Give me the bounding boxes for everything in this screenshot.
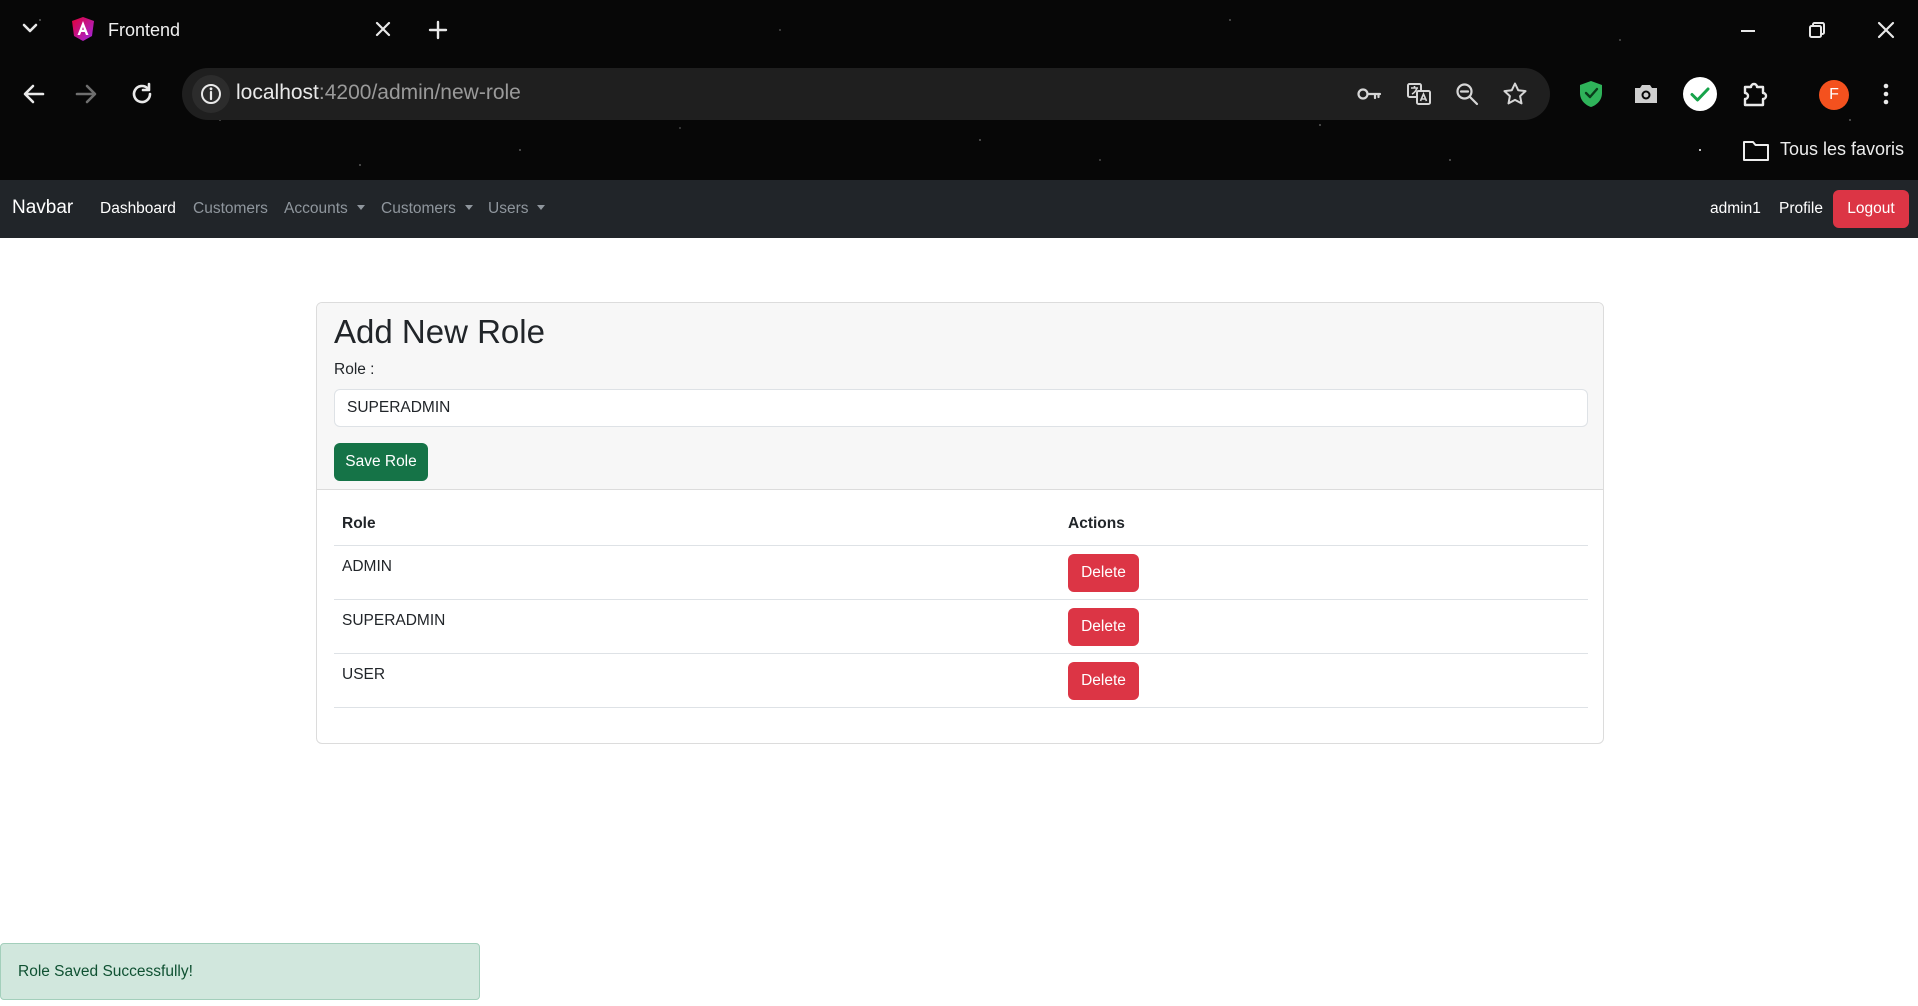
angular-logo-icon	[72, 17, 94, 41]
folder-icon	[1743, 141, 1769, 161]
avatar-initial: F	[1829, 86, 1839, 103]
role-field-label: Role :	[334, 361, 375, 378]
tab-strip: Frontend	[0, 0, 1918, 60]
nav-dropdown-label: Accounts	[284, 200, 348, 217]
nav-link-customers[interactable]: Customers	[193, 200, 268, 218]
delete-role-button[interactable]: Delete	[1068, 554, 1139, 592]
actions-cell: Delete	[1060, 545, 1588, 600]
role-name-cell: ADMIN	[334, 545, 1060, 600]
shield-extension-icon[interactable]	[1575, 78, 1607, 110]
table-header-row: Role Actions	[334, 503, 1588, 546]
browser-chrome: Frontend localhost:4200/admin/new-role F	[0, 0, 1918, 180]
caret-down-icon	[356, 205, 365, 210]
roles-table: Role Actions ADMIN Delete SUPERADMIN Del…	[334, 503, 1588, 708]
nav-dropdown-accounts[interactable]: Accounts	[284, 200, 365, 218]
avatar[interactable]: F	[1819, 80, 1849, 110]
address-bar[interactable]: localhost:4200/admin/new-role	[182, 68, 1550, 120]
delete-role-button[interactable]: Delete	[1068, 608, 1139, 646]
more-vert-icon[interactable]	[1874, 78, 1898, 110]
role-form: Add New Role Role : Save Role	[317, 303, 1603, 490]
forward-icon[interactable]	[72, 80, 100, 108]
translate-icon[interactable]	[1406, 81, 1432, 107]
reload-icon[interactable]	[128, 80, 156, 108]
navbar-brand[interactable]: Navbar	[12, 197, 73, 219]
column-header-role: Role	[334, 503, 1060, 546]
nav-link-dashboard[interactable]: Dashboard	[100, 200, 176, 218]
url-text[interactable]: localhost:4200/admin/new-role	[236, 81, 521, 105]
back-icon[interactable]	[20, 80, 48, 108]
minimize-icon[interactable]	[1736, 18, 1760, 42]
camera-extension-icon[interactable]	[1630, 78, 1662, 110]
delete-role-button[interactable]: Delete	[1068, 662, 1139, 700]
nav-dropdown-label: Customers	[381, 200, 456, 217]
puzzle-icon[interactable]	[1739, 78, 1771, 110]
star-icon[interactable]	[1502, 81, 1528, 107]
table-row: ADMIN Delete	[334, 545, 1588, 600]
browser-tab[interactable]: Frontend	[60, 10, 400, 50]
nav-dropdown-label: Users	[488, 200, 529, 217]
toast-message: Role Saved Successfully!	[18, 963, 193, 980]
role-name-cell: USER	[334, 653, 1060, 708]
key-icon[interactable]	[1356, 81, 1382, 107]
page-title: Add New Role	[334, 313, 545, 350]
caret-down-icon	[537, 205, 546, 210]
close-icon[interactable]	[1874, 18, 1898, 42]
browser-toolbar: localhost:4200/admin/new-role F	[0, 60, 1918, 130]
info-icon	[201, 84, 221, 104]
bookmarks-label: Tous les favoris	[1780, 139, 1905, 159]
site-info-button[interactable]	[192, 75, 230, 113]
caret-down-icon	[464, 205, 473, 210]
roles-table-container: Role Actions ADMIN Delete SUPERADMIN Del…	[317, 490, 1603, 742]
plus-icon[interactable]	[426, 18, 450, 42]
close-icon[interactable]	[372, 18, 394, 40]
nav-dropdown-customers[interactable]: Customers	[381, 200, 473, 218]
column-header-actions: Actions	[1060, 503, 1588, 546]
chevron-down-icon[interactable]	[18, 16, 42, 40]
tab-title: Frontend	[108, 20, 181, 40]
url-host: localhost	[236, 81, 319, 104]
new-role-card: Add New Role Role : Save Role Role Actio…	[316, 302, 1604, 744]
success-toast[interactable]: Role Saved Successfully!	[0, 943, 480, 1000]
actions-cell: Delete	[1060, 599, 1588, 654]
save-role-button[interactable]: Save Role	[334, 443, 428, 481]
logout-button[interactable]: Logout	[1833, 190, 1909, 228]
app-navbar: Navbar Dashboard Customers Accounts Cust…	[0, 180, 1918, 238]
role-input[interactable]	[334, 389, 1588, 427]
restore-icon[interactable]	[1805, 18, 1829, 42]
role-name-cell: SUPERADMIN	[334, 599, 1060, 654]
username-label: admin1	[1710, 200, 1761, 217]
zoom-icon[interactable]	[1454, 81, 1480, 107]
check-extension-icon[interactable]	[1682, 76, 1718, 112]
table-row: USER Delete	[334, 653, 1588, 708]
profile-link[interactable]: Profile	[1779, 200, 1823, 218]
table-row: SUPERADMIN Delete	[334, 599, 1588, 654]
nav-dropdown-users[interactable]: Users	[488, 200, 546, 218]
actions-cell: Delete	[1060, 653, 1588, 708]
url-path: :4200/admin/new-role	[318, 81, 521, 104]
